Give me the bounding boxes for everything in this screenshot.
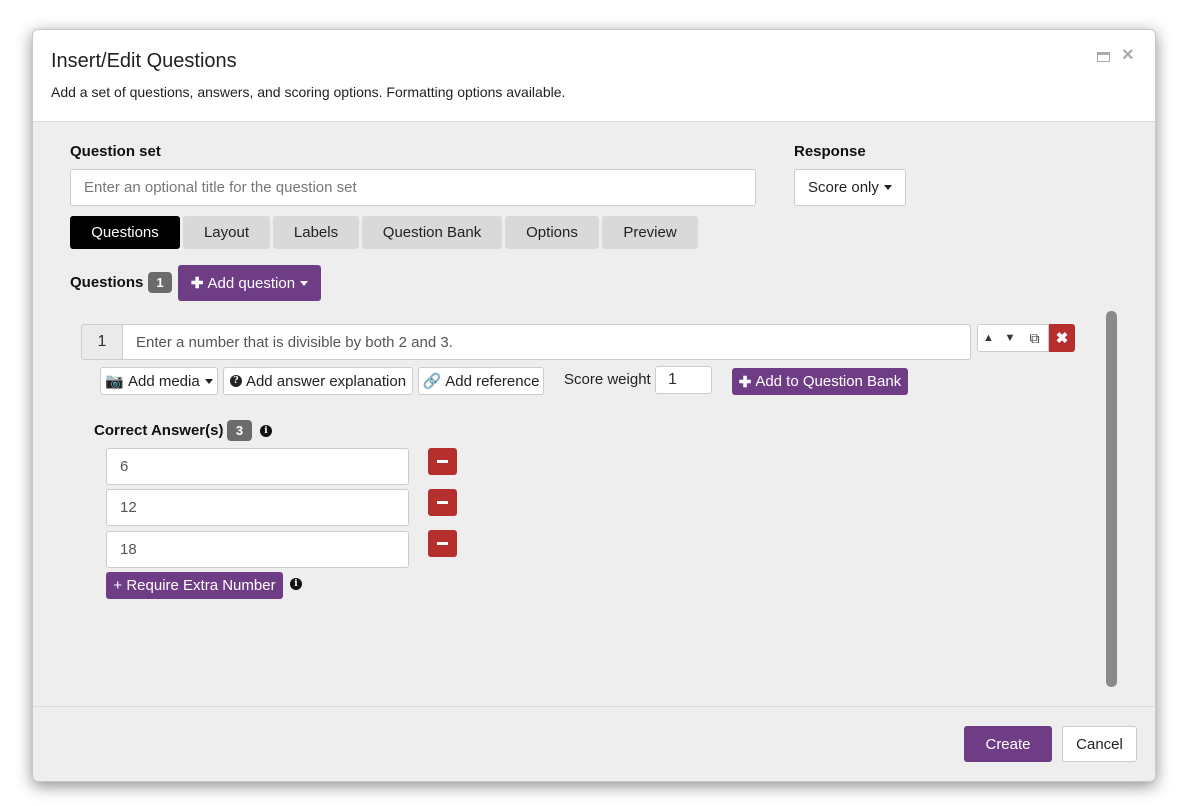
camera-icon: 📷 (105, 373, 124, 390)
insert-edit-questions-dialog: Insert/Edit Questions Add a set of quest… (32, 29, 1156, 782)
answer-input[interactable]: 18 (106, 531, 409, 568)
info-icon[interactable]: i (260, 425, 272, 437)
tab-questions[interactable]: Questions (70, 216, 180, 249)
response-label: Response (794, 143, 866, 160)
dialog-subtitle: Add a set of questions, answers, and sco… (51, 84, 566, 100)
add-explanation-label: Add answer explanation (245, 372, 407, 390)
info-icon[interactable]: i (290, 578, 302, 590)
question-text-input[interactable]: Enter a number that is divisible by both… (122, 324, 971, 360)
response-selected: Score only (808, 179, 879, 196)
question-circle-icon: ? (229, 375, 242, 387)
add-to-bank-label: Add to Question Bank (755, 373, 902, 390)
duplicate-question-button[interactable]: ⧉ (1021, 324, 1049, 352)
answer-value: 12 (120, 499, 137, 516)
dialog-footer: Create Cancel (33, 706, 1155, 781)
question-text: Enter a number that is divisible by both… (136, 333, 453, 351)
score-weight-value: 1 (668, 371, 677, 388)
correct-answers-count-badge: 3 (227, 420, 252, 441)
tab-options[interactable]: Options (505, 216, 599, 249)
add-answer-explanation-button[interactable]: ? Add answer explanation (223, 367, 413, 395)
question-set-title-input[interactable]: Enter an optional title for the question… (70, 169, 756, 206)
questions-label: Questions (70, 274, 144, 291)
tab-question-bank[interactable]: Question Bank (362, 216, 502, 249)
chevron-down-icon (204, 378, 213, 384)
tab-labels[interactable]: Labels (273, 216, 359, 249)
remove-answer-button[interactable] (428, 448, 457, 475)
answer-input[interactable]: 6 (106, 448, 409, 485)
add-reference-label: Add reference (445, 372, 540, 390)
correct-answers-label: Correct Answer(s) (94, 422, 224, 439)
delete-icon: ✖ (1055, 330, 1069, 347)
arrow-down-icon: ▼ (1004, 332, 1016, 344)
add-media-button[interactable]: 📷 Add media (100, 367, 218, 395)
answer-value: 6 (120, 458, 129, 475)
tab-preview[interactable]: Preview (602, 216, 698, 249)
add-reference-button[interactable]: 🔗 Add reference (418, 367, 544, 395)
answer-input[interactable]: 12 (106, 489, 409, 526)
chevron-down-icon (300, 280, 309, 286)
add-media-label: Add media (127, 372, 200, 390)
dialog-header: Insert/Edit Questions Add a set of quest… (33, 30, 1155, 122)
close-icon[interactable]: × (1122, 45, 1134, 65)
question-number: 1 (81, 324, 122, 360)
plus-icon: ✚ (738, 373, 752, 391)
link-icon: 🔗 (422, 373, 442, 390)
arrow-up-icon: ▲ (983, 332, 994, 344)
copy-icon: ⧉ (1029, 329, 1040, 346)
question-set-placeholder: Enter an optional title for the question… (84, 179, 357, 196)
add-question-button[interactable]: ✚ Add question (178, 265, 321, 301)
answer-value: 18 (120, 541, 137, 558)
remove-answer-button[interactable] (428, 489, 457, 516)
remove-answer-button[interactable] (428, 530, 457, 557)
add-question-label: Add question (207, 274, 296, 292)
move-up-button[interactable]: ▲ (977, 324, 1000, 352)
score-weight-input[interactable]: 1 (655, 366, 712, 394)
questions-count-badge: 1 (148, 272, 172, 293)
dialog-title: Insert/Edit Questions (51, 50, 237, 72)
add-to-question-bank-button[interactable]: ✚ Add to Question Bank (732, 368, 908, 395)
minus-icon (437, 460, 448, 463)
response-dropdown[interactable]: Score only (794, 169, 906, 206)
plus-icon: ✚ (190, 275, 204, 292)
minus-icon (437, 542, 448, 545)
require-extra-number-button[interactable]: + Require Extra Number (106, 572, 283, 599)
question-set-label: Question set (70, 143, 161, 160)
maximize-icon[interactable] (1097, 52, 1110, 62)
scrollbar[interactable] (1106, 311, 1117, 687)
chevron-down-icon (883, 185, 892, 190)
tab-layout[interactable]: Layout (183, 216, 270, 249)
delete-question-button[interactable]: ✖ (1049, 324, 1075, 352)
create-button[interactable]: Create (964, 726, 1052, 762)
minus-icon (437, 501, 448, 504)
score-weight-label: Score weight (564, 371, 651, 388)
move-down-button[interactable]: ▼ (999, 324, 1022, 352)
cancel-button[interactable]: Cancel (1062, 726, 1137, 762)
